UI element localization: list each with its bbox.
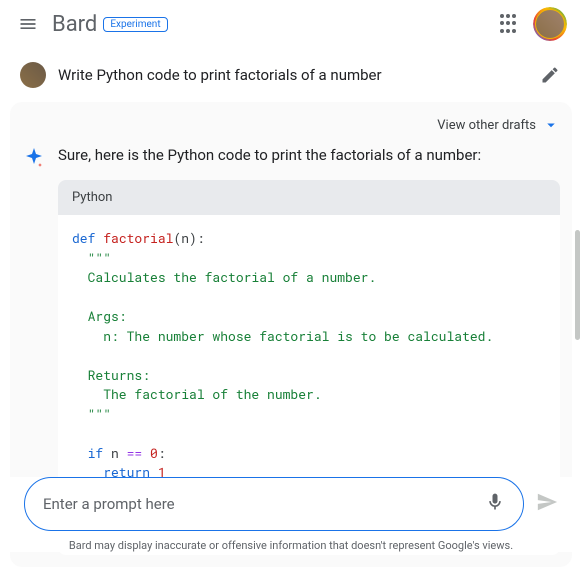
input-placeholder: Enter a prompt here [43, 495, 175, 513]
input-area: Enter a prompt here Bard may display ina… [0, 477, 582, 552]
input-row: Enter a prompt here [24, 477, 558, 531]
view-drafts-button[interactable]: View other drafts [22, 116, 560, 134]
scrollbar[interactable] [575, 230, 580, 340]
app-header: Bard Experiment [0, 0, 582, 48]
send-icon [536, 491, 558, 513]
hamburger-icon [18, 14, 38, 34]
user-avatar[interactable] [534, 8, 566, 40]
brand-name: Bard [52, 12, 97, 37]
chevron-down-icon [542, 116, 560, 134]
header-left: Bard Experiment [16, 12, 168, 37]
microphone-icon [485, 492, 505, 512]
experiment-badge: Experiment [103, 17, 167, 32]
edit-prompt-button[interactable] [538, 63, 562, 87]
drafts-label: View other drafts [437, 118, 536, 133]
prompt-left: Write Python code to print factorials of… [20, 62, 382, 88]
header-right [500, 8, 566, 40]
microphone-button[interactable] [485, 492, 505, 516]
user-prompt-row: Write Python code to print factorials of… [8, 48, 574, 102]
code-language-label: Python [58, 180, 560, 215]
apps-icon[interactable] [500, 14, 520, 34]
prompt-text: Write Python code to print factorials of… [58, 66, 382, 84]
bard-spark-icon [22, 146, 46, 170]
prompt-input[interactable]: Enter a prompt here [24, 477, 524, 531]
pencil-icon [540, 65, 560, 85]
disclaimer-text: Bard may display inaccurate or offensive… [24, 539, 558, 552]
prompt-avatar [20, 62, 46, 88]
menu-button[interactable] [16, 12, 40, 36]
response-intro: Sure, here is the Python code to print t… [58, 146, 560, 164]
send-button[interactable] [536, 491, 558, 517]
brand: Bard Experiment [52, 12, 168, 37]
